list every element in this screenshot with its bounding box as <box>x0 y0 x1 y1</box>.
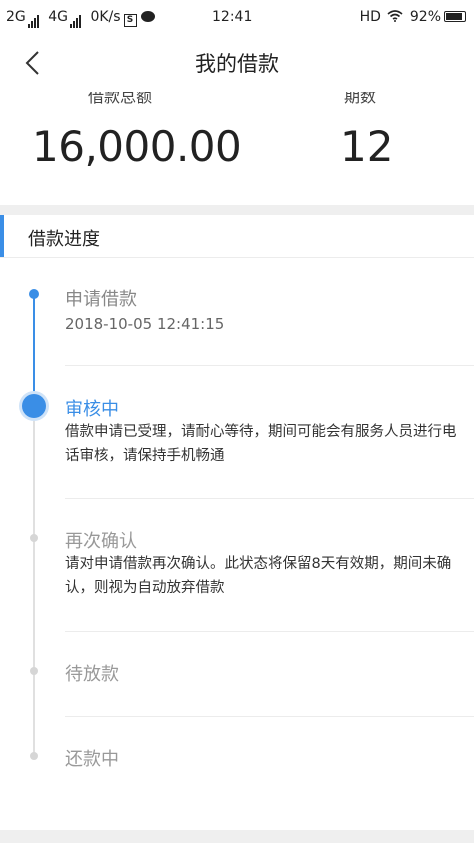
network-label-1: 2G <box>6 9 26 25</box>
signal-icon <box>27 10 40 28</box>
timeline-line-done <box>33 294 35 408</box>
hd-label: HD <box>359 9 381 25</box>
amount-label: 借款总额 <box>88 92 153 106</box>
step-title: 审核中 <box>65 399 119 420</box>
timeline-line-pending <box>33 418 35 758</box>
nav-bar: 我的借款 <box>0 34 474 92</box>
page-title: 我的借款 <box>195 52 279 76</box>
signal-icon <box>69 10 82 28</box>
battery-percent: 92% <box>409 9 441 25</box>
step-divider <box>65 498 474 499</box>
step-title: 再次确认 <box>65 531 137 552</box>
step-dot <box>29 289 39 299</box>
term-label: 期数 <box>344 92 377 106</box>
step-divider <box>65 631 474 632</box>
section-header: 借款进度 <box>0 215 474 258</box>
step-dot <box>30 534 38 542</box>
progress-timeline: 申请借款 2018-10-05 12:41:15 审核中 借款申请已受理，请耐心… <box>0 258 474 830</box>
step-description: 请对申请借款再次确认。此状态将保留8天有效期，期间未确认，则视为自动放弃借款 <box>65 556 452 596</box>
network-status: 2G 4G 0K/s S <box>6 8 155 28</box>
step-divider <box>65 365 474 366</box>
step-dot-current <box>22 394 46 418</box>
loan-amount: 16,000.00 <box>32 122 242 171</box>
step-dot <box>30 667 38 675</box>
network-label-2: 4G <box>48 9 68 25</box>
bottom-divider <box>0 830 474 843</box>
status-bar: 2G 4G 0K/s S 12:41 HD 92% <box>0 0 474 34</box>
network-speed: 0K/s <box>90 9 121 25</box>
status-right: HD 92% <box>360 8 466 26</box>
section-divider <box>0 205 474 215</box>
battery-icon <box>444 11 466 22</box>
s-app-icon: S <box>123 14 137 27</box>
wifi-icon <box>387 10 403 22</box>
step-dot <box>30 752 38 760</box>
accent-bar <box>0 215 4 257</box>
clock: 12:41 <box>212 9 253 25</box>
section-title: 借款进度 <box>28 229 100 250</box>
step-title: 申请借款 <box>65 289 137 310</box>
step-description: 借款申请已受理，请耐心等待，期间可能会有服务人员进行电话审核，请保持手机畅通 <box>65 424 457 464</box>
loan-term: 12 <box>340 122 394 171</box>
step-time: 2018-10-05 12:41:15 <box>65 315 225 333</box>
step-title: 待放款 <box>65 664 119 685</box>
step-divider <box>65 716 474 717</box>
loan-summary: 借款总额 期数 16,000.00 12 <box>0 92 474 205</box>
message-icon <box>140 11 155 22</box>
step-title: 还款中 <box>65 749 119 770</box>
